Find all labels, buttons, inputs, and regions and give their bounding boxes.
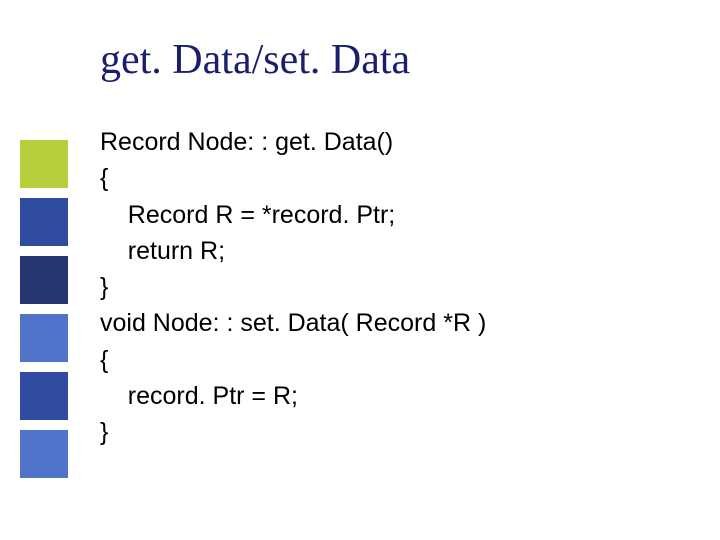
- slide-title: get. Data/set. Data: [100, 36, 680, 84]
- sidebar-block: [20, 430, 68, 478]
- code-block: Record Node: : get. Data() { Record R = …: [100, 124, 680, 450]
- sidebar-block: [20, 372, 68, 420]
- sidebar-block: [20, 256, 68, 304]
- decorative-sidebar: [20, 140, 68, 488]
- sidebar-block: [20, 198, 68, 246]
- slide-content: get. Data/set. Data Record Node: : get. …: [100, 36, 680, 450]
- sidebar-block: [20, 314, 68, 362]
- sidebar-block: [20, 140, 68, 188]
